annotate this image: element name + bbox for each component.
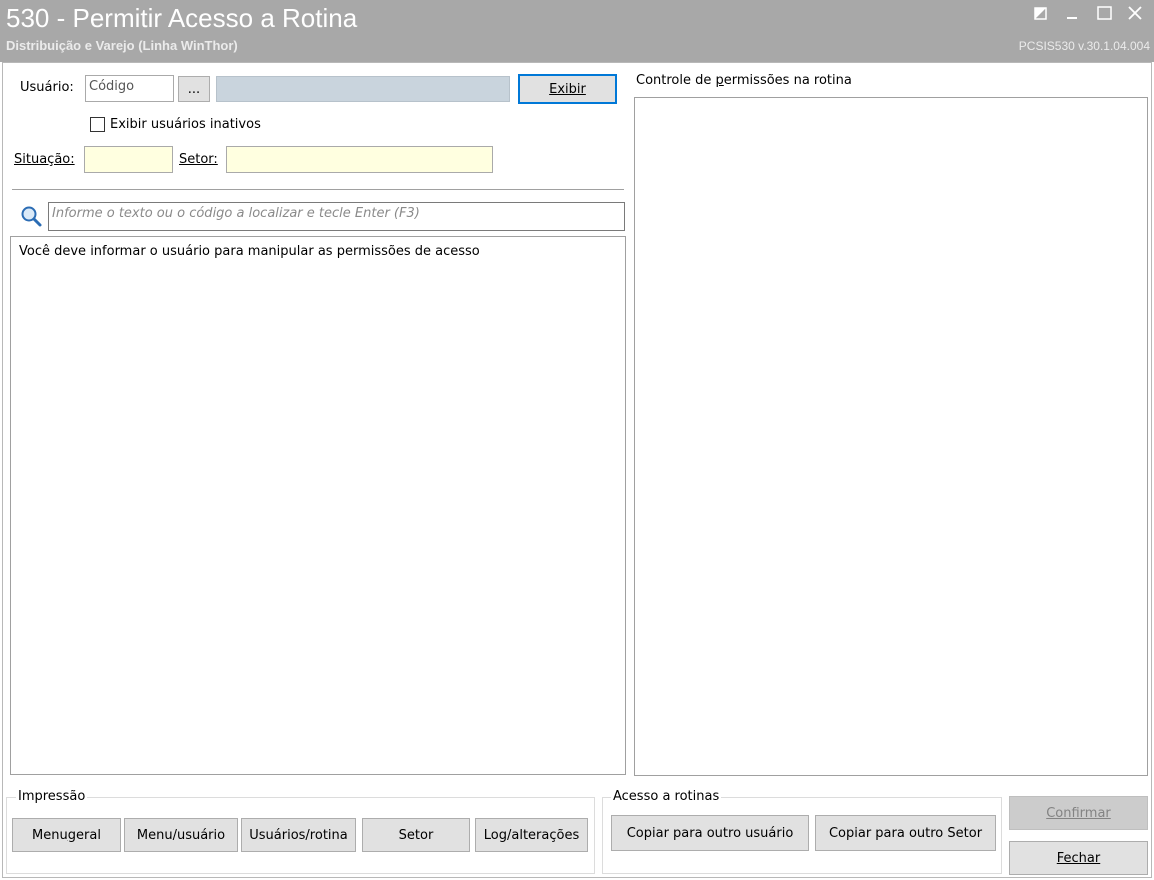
usuario-lookup-button[interactable]: ...	[178, 76, 210, 102]
usuarios-rotina-button[interactable]: Usuários/rotina	[241, 818, 356, 852]
setor-input[interactable]	[226, 146, 493, 173]
close-icon[interactable]	[1124, 2, 1146, 24]
menu-usuario-button[interactable]: Menu/usuário	[124, 818, 238, 852]
minimize-icon[interactable]	[1062, 2, 1084, 24]
maximize-icon[interactable]	[1094, 2, 1116, 24]
title-bar: 530 - Permitir Acesso a Rotina Distribui…	[0, 0, 1154, 62]
version-label: PCSIS530 v.30.1.04.004	[1018, 39, 1150, 53]
setor-button[interactable]: Setor	[362, 818, 470, 852]
inativos-label: Exibir usuários inativos	[110, 117, 261, 132]
confirmar-button[interactable]: Confirmar	[1009, 796, 1148, 830]
exibir-button[interactable]: Exibir	[518, 74, 617, 104]
permissions-panel[interactable]	[634, 97, 1148, 776]
routines-tree[interactable]: Você deve informar o usuário para manipu…	[10, 236, 626, 775]
search-input[interactable]: Informe o texto ou o código a localizar …	[48, 202, 625, 231]
window-title: 530 - Permitir Acesso a Rotina	[6, 3, 358, 33]
copy-user-button[interactable]: Copiar para outro usuário	[611, 815, 809, 851]
search-icon	[19, 204, 43, 228]
inativos-checkbox[interactable]	[90, 117, 105, 132]
acesso-legend: Acesso a rotinas	[611, 789, 722, 804]
situacao-input[interactable]	[84, 146, 173, 173]
usuario-label: Usuário:	[20, 80, 74, 95]
separator	[12, 189, 624, 190]
situacao-label: Situação:	[14, 152, 75, 167]
tree-message: Você deve informar o usuário para manipu…	[19, 244, 480, 259]
impressao-legend: Impressão	[16, 789, 88, 804]
fechar-button[interactable]: Fechar	[1009, 841, 1148, 875]
log-alteracoes-button[interactable]: Log/alterações	[475, 818, 588, 852]
menu-geral-button[interactable]: Menu g eral	[12, 818, 121, 852]
restore-icon[interactable]	[1030, 2, 1052, 24]
usuario-code-input[interactable]: Código	[85, 75, 174, 102]
setor-label: Setor:	[179, 152, 218, 167]
copy-setor-button[interactable]: Copiar para outro Setor	[815, 815, 996, 851]
window-subtitle: Distribuição e Varejo (Linha WinThor)	[6, 38, 238, 53]
permissions-title: Controle de permissões na rotina	[636, 73, 852, 88]
usuario-name-field	[216, 76, 510, 102]
